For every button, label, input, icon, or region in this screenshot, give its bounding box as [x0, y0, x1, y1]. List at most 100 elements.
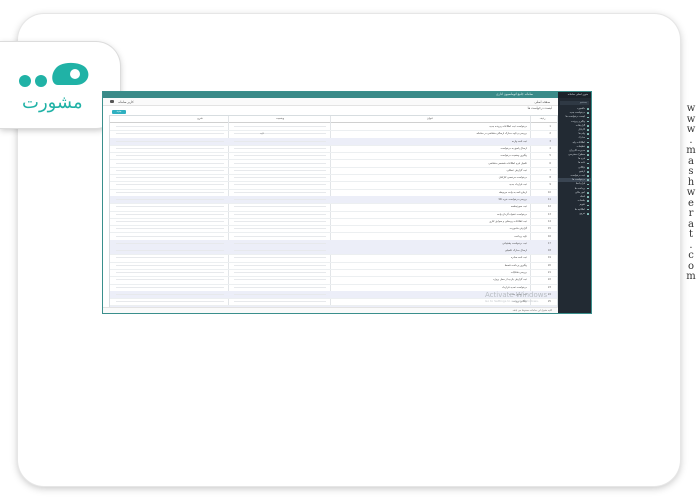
- cell-placeholder: [234, 279, 326, 281]
- sidebar-item-label: پرداخت ها: [574, 186, 585, 190]
- menu-dot-icon: [587, 187, 589, 190]
- sidebar-item-label: اطلاعات پایه: [572, 140, 586, 144]
- sidebar-item-label: فرم ها: [578, 157, 585, 161]
- row-index: 12: [547, 205, 551, 209]
- cell-placeholder: [116, 228, 224, 230]
- row-index: 19: [547, 256, 551, 260]
- sidebar-item-label: قراردادها: [575, 182, 585, 186]
- row-status: تایید: [260, 132, 265, 136]
- cell-placeholder: [116, 177, 224, 179]
- data-table: شرح وضعیت عنوان ردیف درخواست ثبت اطلاعات…: [109, 115, 558, 313]
- row-title: پیگیری وضعیت درخواست: [500, 154, 527, 158]
- menu-dot-icon: [587, 162, 589, 165]
- row-index: 18: [547, 249, 551, 253]
- row-index: 6: [549, 161, 551, 165]
- new-button[interactable]: جدید: [112, 110, 126, 114]
- row-index: 10: [547, 190, 551, 194]
- cell-placeholder: [234, 250, 326, 252]
- menu-dot-icon: [587, 204, 589, 207]
- menu-dot-icon: [587, 154, 589, 156]
- menu-dot-icon: [587, 141, 589, 144]
- sidebar-item-label: جلسات: [577, 199, 585, 203]
- sidebar-item-label: درخواست ها: [572, 178, 585, 182]
- row-index: 22: [547, 278, 551, 282]
- cell-placeholder: [234, 155, 326, 157]
- cell-placeholder: [234, 199, 326, 200]
- cell-placeholder: [234, 264, 326, 266]
- cell-placeholder: [116, 293, 224, 295]
- row-title: درخواست ثبت اطلاعات پرونده جدید: [489, 125, 527, 128]
- cell-placeholder: [116, 220, 224, 222]
- cell-placeholder: [234, 213, 326, 215]
- cell-placeholder: [234, 191, 326, 193]
- menu-dot-icon: [587, 133, 589, 136]
- row-index: 1: [549, 125, 551, 128]
- sidebar-item-label: امور مالی: [575, 190, 585, 194]
- cell-placeholder: [116, 279, 224, 281]
- row-index: 13: [547, 212, 551, 216]
- sidebar-item-label: خروج: [579, 211, 586, 215]
- sidebar-item-label: داشبورد: [577, 107, 585, 110]
- menu-dot-icon: [587, 137, 589, 140]
- cell-placeholder: [234, 220, 326, 222]
- sidebar-search-input[interactable]: جستجو: [560, 101, 589, 105]
- cell-placeholder: [116, 242, 224, 244]
- vertical-url: www.mashwerat.com: [686, 103, 696, 282]
- row-title: ثبت گزارش بازدید از محل پروژه: [493, 278, 527, 282]
- th-index[interactable]: ردیف: [530, 116, 555, 122]
- windows-activation-subtitle: Go to Settings to activate Windows.: [485, 299, 539, 303]
- cell-placeholder: [116, 147, 224, 149]
- sidebar-item-label: اسناد: [579, 194, 585, 198]
- menu-dot-icon: [587, 166, 589, 169]
- row-title: درخواست تمدید قرارداد: [502, 285, 527, 289]
- row-title: تکمیل فرم اطلاعات شخصی متقاضی: [488, 161, 527, 165]
- menu-dot-icon: [587, 108, 589, 110]
- menu-dot-icon: [587, 179, 589, 182]
- cell-placeholder: [116, 213, 224, 215]
- cell-placeholder: [116, 257, 224, 259]
- row-title: ثبت صورتجلسه: [510, 205, 527, 209]
- row-index: 2: [549, 132, 551, 136]
- menu-dot-icon: [587, 208, 589, 211]
- row-title: پیگیری پرداخت قسط: [504, 263, 527, 267]
- th-status[interactable]: وضعیت: [230, 116, 330, 122]
- cell-placeholder: [234, 242, 326, 244]
- menu-dot-icon: [587, 212, 589, 215]
- row-index: 8: [549, 176, 551, 180]
- cell-placeholder: [234, 228, 326, 230]
- row-index: 24: [547, 292, 551, 296]
- menu-dot-icon: [587, 112, 589, 115]
- menu-dot-icon: [587, 183, 589, 186]
- row-title: تایید پرداخت: [514, 234, 527, 238]
- row-index: 7: [549, 168, 551, 172]
- menu-dot-icon: [587, 192, 589, 194]
- cell-placeholder: [116, 140, 224, 142]
- row-index: 21: [547, 271, 551, 274]
- cell-placeholder: [234, 235, 326, 237]
- row-title: گزارش ماموریت: [509, 227, 527, 231]
- logo-mark-icon: [19, 62, 89, 87]
- cell-placeholder: [116, 250, 224, 252]
- home-link[interactable]: صفحه اصلی: [535, 100, 550, 104]
- cell-placeholder: [234, 147, 326, 149]
- bell-icon[interactable]: [110, 100, 114, 103]
- row-title: ثبت قرارداد جدید: [509, 183, 527, 187]
- row-title: ثبت نامه وارده: [511, 139, 527, 143]
- sidebar-item-label: ثبت درخواست: [570, 174, 585, 177]
- table-header: شرح وضعیت عنوان ردیف: [110, 116, 557, 123]
- sidebar-item-label: تنظیمات: [576, 144, 585, 148]
- footer-text: کلیه حقوق این سامانه محفوظ می باشد: [512, 309, 552, 312]
- user-menu[interactable]: کاربر سامانه: [118, 100, 134, 104]
- menu-dot-icon: [587, 171, 589, 173]
- app-screenshot: سامانه جامع اتوماسیون اداری کاربر سامانه…: [102, 91, 592, 314]
- cell-placeholder: [116, 126, 224, 127]
- cell-placeholder: [234, 301, 326, 303]
- sidebar-item-label: کارتابل: [578, 127, 585, 131]
- th-title[interactable]: عنوان: [380, 116, 480, 122]
- cell-placeholder: [234, 126, 326, 127]
- sidebar-item[interactable]: خروج: [558, 212, 591, 216]
- row-title: بررسی و تایید مدارک ارسالی متقاضی در سام…: [476, 132, 528, 136]
- cell-placeholder: [234, 206, 326, 208]
- cell-placeholder: [116, 162, 224, 164]
- menu-dot-icon: [587, 145, 589, 148]
